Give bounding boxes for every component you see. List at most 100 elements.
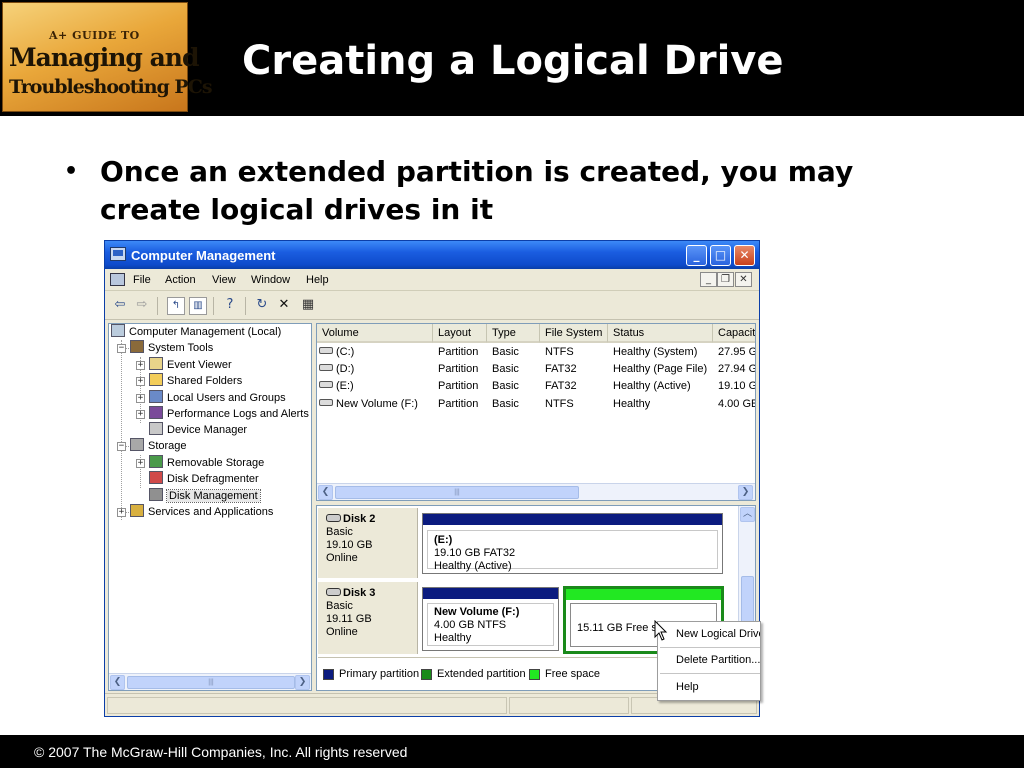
tree-item-label: Computer Management (Local) — [129, 326, 282, 338]
tree-item-local-users-groups[interactable]: Local Users and Groups — [149, 390, 286, 406]
disk-3-label[interactable]: Disk 3 Basic 19.11 GB Online — [318, 582, 418, 654]
refresh-icon[interactable]: ↻ — [253, 297, 271, 315]
disk-2-label[interactable]: Disk 2 Basic 19.10 GB Online — [318, 508, 418, 578]
volume-list-horizontal-scrollbar[interactable]: ❮ ||| ❯ — [317, 483, 755, 500]
volume-capacity: 27.95 G — [718, 346, 756, 358]
free-space-swatch — [529, 669, 540, 680]
window-titlebar[interactable]: Computer Management _ □ ✕ — [105, 241, 759, 269]
primary-partition-swatch — [323, 669, 334, 680]
tree-item-label: Performance Logs and Alerts — [167, 408, 309, 420]
tree-item-label: Device Manager — [167, 424, 248, 436]
volume-capacity: 19.10 G — [718, 380, 756, 392]
slide-title: Creating a Logical Drive — [242, 38, 784, 84]
show-hide-tree-icon[interactable]: ▥ — [189, 297, 207, 315]
tree-item-computer-management[interactable]: Computer Management (Local) — [111, 324, 281, 340]
column-header-type[interactable]: Type — [487, 324, 540, 343]
partition-new-volume-f[interactable]: New Volume (F:) 4.00 GB NTFS Healthy — [422, 587, 559, 651]
volume-file-system: NTFS — [545, 346, 574, 358]
legend-free-space-label: Free space — [545, 668, 601, 680]
disk-state: Online — [326, 626, 358, 638]
tree-item-performance-logs[interactable]: Performance Logs and Alerts — [149, 406, 309, 422]
tree-item-system-tools[interactable]: System Tools — [130, 340, 213, 356]
expand-icon[interactable]: + — [136, 410, 145, 419]
volume-status: Healthy (Active) — [613, 380, 691, 392]
column-header-file-system[interactable]: File System — [540, 324, 608, 343]
expand-icon[interactable]: + — [136, 377, 145, 386]
partition-status: Healthy (Active) — [434, 560, 512, 572]
tree-item-shared-folders[interactable]: Shared Folders — [149, 373, 242, 389]
mmc-icon[interactable] — [110, 273, 125, 286]
menu-action[interactable]: Action — [165, 274, 196, 286]
scroll-left-icon[interactable]: ❮ — [318, 485, 333, 500]
disk-name: Disk 2 — [343, 513, 376, 525]
tree-item-disk-management[interactable]: Disk Management — [149, 488, 261, 504]
toolbar: ⇦ ⇨ ↰ ▥ ? ↻ ✕ ▦ — [105, 292, 759, 320]
tree-item-event-viewer[interactable]: Event Viewer — [149, 357, 232, 373]
tree-item-label: Removable Storage — [167, 457, 265, 469]
menu-view[interactable]: View — [212, 274, 236, 286]
close-button[interactable]: ✕ — [734, 245, 755, 266]
column-header-volume[interactable]: Volume — [317, 324, 433, 343]
scroll-left-icon[interactable]: ❮ — [110, 675, 125, 690]
partition-size: 4.00 GB NTFS — [434, 619, 507, 631]
legend-extended-label: Extended partition — [437, 668, 526, 680]
collapse-icon[interactable]: − — [117, 344, 126, 353]
window-title: Computer Management — [131, 248, 276, 263]
slide-header: A+ GUIDE TO Managing and Troubleshooting… — [0, 0, 1024, 116]
services-icon — [130, 504, 144, 517]
disk-state: Online — [326, 552, 358, 564]
bullet-icon: • — [64, 159, 79, 184]
maximize-button[interactable]: □ — [710, 245, 731, 266]
menu-item-delete-partition[interactable]: Delete Partition... — [676, 654, 760, 666]
expand-icon[interactable]: + — [136, 361, 145, 370]
tree-item-disk-defragmenter[interactable]: Disk Defragmenter — [149, 471, 259, 487]
forward-arrow-icon[interactable]: ⇨ — [133, 297, 151, 315]
expand-icon[interactable]: + — [136, 394, 145, 403]
tree-item-device-manager[interactable]: Device Manager — [149, 422, 247, 438]
scroll-right-icon[interactable]: ❯ — [738, 485, 753, 500]
volume-file-system: FAT32 — [545, 380, 577, 392]
menu-item-new-logical-drive[interactable]: New Logical Drive... — [676, 628, 760, 640]
volume-layout: Partition — [438, 346, 479, 358]
menu-window[interactable]: Window — [251, 274, 290, 286]
back-arrow-icon[interactable]: ⇦ — [111, 297, 129, 315]
volume-name: New Volume (F:) — [336, 398, 418, 410]
tree-item-removable-storage[interactable]: Removable Storage — [149, 455, 264, 471]
expand-icon[interactable]: + — [117, 508, 126, 517]
child-close-button[interactable]: ✕ — [735, 272, 752, 287]
removable-storage-icon — [149, 455, 163, 468]
partition-e[interactable]: (E:) 19.10 GB FAT32 Healthy (Active) — [422, 513, 723, 574]
help-icon[interactable]: ? — [221, 297, 239, 315]
column-header-status[interactable]: Status — [608, 324, 713, 343]
expand-icon[interactable]: + — [136, 459, 145, 468]
up-folder-icon[interactable]: ↰ — [167, 297, 185, 315]
scroll-thumb[interactable]: ||| — [127, 676, 295, 689]
tree-item-services-applications[interactable]: Services and Applications — [130, 504, 273, 520]
column-header-capacity[interactable]: Capacit — [713, 324, 755, 343]
child-minimize-button[interactable]: _ — [700, 272, 717, 287]
tree-item-storage[interactable]: Storage — [130, 438, 187, 454]
minimize-button[interactable]: _ — [686, 245, 707, 266]
column-header-layout[interactable]: Layout — [433, 324, 487, 343]
tree-item-label: Disk Management — [166, 489, 261, 503]
volume-capacity: 27.94 G — [718, 363, 756, 375]
extended-partition-swatch — [421, 669, 432, 680]
tree-horizontal-scrollbar[interactable]: ❮ ||| ❯ — [109, 673, 311, 690]
book-logo: A+ GUIDE TO Managing and Troubleshooting… — [2, 2, 213, 112]
menu-item-help[interactable]: Help — [676, 681, 699, 693]
menu-help[interactable]: Help — [306, 274, 329, 286]
partition-size: 19.10 GB FAT32 — [434, 547, 516, 559]
tree-item-label: Event Viewer — [167, 359, 232, 371]
scroll-right-icon[interactable]: ❯ — [295, 675, 310, 690]
menu-file[interactable]: File — [133, 274, 151, 286]
tools-icon — [130, 340, 144, 353]
scroll-up-icon[interactable]: ︿ — [740, 507, 755, 522]
primary-partition-bar — [423, 514, 722, 525]
scroll-thumb[interactable]: ||| — [335, 486, 579, 499]
child-restore-button[interactable]: ❐ — [717, 272, 734, 287]
partition-status: Healthy — [434, 632, 472, 644]
properties-icon[interactable]: ▦ — [299, 297, 317, 315]
delete-icon[interactable]: ✕ — [275, 297, 293, 315]
collapse-icon[interactable]: − — [117, 442, 126, 451]
toolbar-separator — [213, 297, 214, 315]
